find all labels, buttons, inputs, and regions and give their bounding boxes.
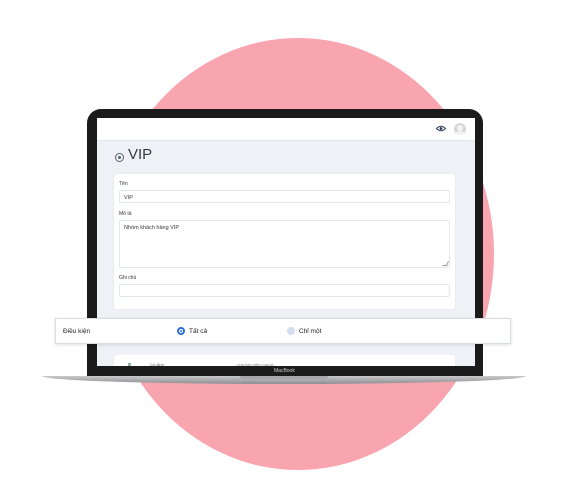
page-title: VIP — [128, 146, 153, 163]
description-textarea[interactable]: Nhóm khách hàng VIP — [119, 220, 450, 268]
laptop-notch — [240, 376, 328, 379]
conditions-bar: Điều kiện Tất cả Chỉ một — [55, 318, 511, 344]
description-label: Mô tả — [119, 211, 132, 217]
eye-icon[interactable] — [436, 125, 446, 132]
resize-handle-icon[interactable] — [442, 261, 449, 266]
back-circle-icon[interactable] — [115, 153, 124, 162]
group-form-card: Tên VIP Mô tả Nhóm khách hàng VIP Ghi ch… — [114, 174, 455, 309]
radio-only-one-label[interactable]: Chỉ một — [299, 328, 321, 335]
note-field[interactable] — [119, 284, 450, 297]
name-label: Tên — [119, 181, 128, 187]
conditions-label: Điều kiện — [63, 328, 91, 335]
radio-all-label[interactable]: Tất cả — [189, 328, 207, 335]
note-label: Ghi chú — [119, 275, 137, 281]
top-bar — [97, 118, 475, 141]
name-field[interactable]: VIP — [119, 190, 450, 203]
device-brand: MacBook — [274, 368, 295, 374]
radio-all[interactable] — [177, 327, 185, 335]
description-value: Nhóm khách hàng VIP — [124, 225, 180, 231]
user-avatar-icon[interactable] — [454, 123, 466, 135]
radio-only-one[interactable] — [287, 327, 295, 335]
